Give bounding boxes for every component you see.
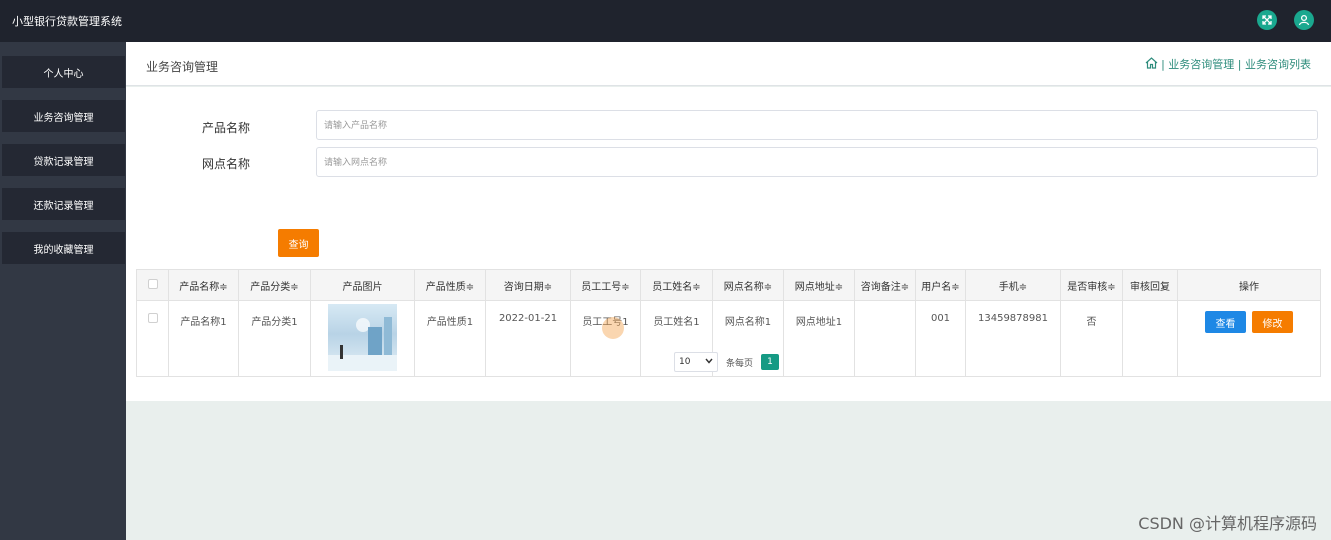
page-number-current[interactable]: 1 — [761, 354, 780, 370]
page-title: 业务咨询管理 — [146, 60, 219, 74]
user-icon[interactable] — [1294, 10, 1314, 30]
image-building — [368, 327, 382, 357]
column-header[interactable]: 产品性质≑ — [414, 269, 486, 301]
sidebar-item-favorites[interactable]: 我的收藏管理 — [2, 232, 125, 264]
exit-fullscreen-icon[interactable] — [1257, 10, 1277, 30]
per-page-label: 条每页 — [726, 358, 754, 369]
column-header[interactable]: 网点名称≑ — [712, 269, 784, 301]
cell-category: 产品分类1 — [238, 300, 311, 377]
row-select-cell[interactable] — [136, 300, 169, 377]
breadcrumb: | 业务咨询管理 | 业务咨询列表 — [1145, 56, 1311, 72]
home-icon[interactable] — [1145, 56, 1158, 72]
main-area: 业务咨询管理 | 业务咨询管理 | 业务咨询列表 产品名称 网点名称 查询 产 — [126, 42, 1331, 540]
topbar: 小型银行贷款管理系统 — [0, 0, 1331, 42]
sidebar: 个人中心 业务咨询管理 贷款记录管理 还款记录管理 我的收藏管理 — [0, 42, 126, 540]
sidebar-item-business-consultation[interactable]: 业务咨询管理 — [2, 100, 125, 132]
cell-phone: 13459878981 — [965, 300, 1061, 377]
column-header[interactable]: 用户名≑ — [915, 269, 966, 301]
column-header: 操作 — [1177, 269, 1321, 301]
column-header: 产品图片 — [310, 269, 415, 301]
cell-product-image — [310, 300, 415, 377]
sidebar-item-repayment-records[interactable]: 还款记录管理 — [2, 188, 125, 220]
column-header[interactable]: 手机≑ — [965, 269, 1061, 301]
column-header[interactable]: 咨询备注≑ — [854, 269, 916, 301]
branch-name-label: 网点名称 — [202, 157, 251, 171]
column-header[interactable]: 产品名称≑ — [168, 269, 239, 301]
cursor-highlight — [602, 317, 624, 339]
column-header[interactable]: 网点地址≑ — [783, 269, 855, 301]
pagination: 10 条每页 1 — [674, 352, 780, 372]
product-name-label: 产品名称 — [202, 121, 251, 135]
table-header-row: 产品名称≑ 产品分类≑ 产品图片 产品性质≑ 咨询日期≑ 员工工号≑ 员工姓名≑… — [136, 269, 1321, 301]
cell-username: 001 — [915, 300, 966, 377]
branch-name-input[interactable] — [316, 147, 1318, 177]
cell-staff-id: 员工工号1 — [570, 300, 641, 377]
product-image[interactable] — [328, 304, 397, 371]
cell-reviewed: 否 — [1060, 300, 1123, 377]
image-building — [384, 317, 392, 357]
column-header[interactable]: 员工姓名≑ — [640, 269, 713, 301]
sidebar-item-personal-center[interactable]: 个人中心 — [2, 56, 125, 88]
select-all-checkbox[interactable] — [147, 278, 158, 289]
chevron-down-icon — [705, 357, 713, 367]
cell-branch-address: 网点地址1 — [783, 300, 855, 377]
row-checkbox[interactable] — [147, 313, 158, 323]
column-header[interactable]: 产品分类≑ — [238, 269, 311, 301]
column-header[interactable]: 员工工号≑ — [570, 269, 641, 301]
app-title: 小型银行贷款管理系统 — [12, 15, 122, 28]
cell-product-name: 产品名称1 — [168, 300, 239, 377]
header-bar: 业务咨询管理 | 业务咨询管理 | 业务咨询列表 — [126, 42, 1331, 86]
column-header[interactable]: 是否审核≑ — [1060, 269, 1123, 301]
sidebar-item-loan-records[interactable]: 贷款记录管理 — [2, 144, 125, 176]
cell-nature: 产品性质1 — [414, 300, 486, 377]
column-header[interactable]: 咨询日期≑ — [485, 269, 571, 301]
cell-remark — [854, 300, 916, 377]
image-person — [340, 345, 343, 359]
cell-reply — [1122, 300, 1178, 377]
image-floor — [328, 355, 397, 371]
edit-button[interactable]: 修改 — [1252, 311, 1293, 333]
watermark: CSDN @计算机程序源码 — [1138, 514, 1317, 533]
cell-date: 2022-01-21 — [485, 300, 571, 377]
column-header: 审核回复 — [1122, 269, 1178, 301]
select-all-cell[interactable] — [136, 269, 169, 301]
search-button[interactable]: 查询 — [278, 229, 319, 257]
page-size-select[interactable]: 10 — [674, 352, 718, 372]
view-button[interactable]: 查看 — [1205, 311, 1246, 333]
cell-actions: 查看 修改 — [1177, 300, 1321, 377]
breadcrumb-trail[interactable]: | 业务咨询管理 | 业务咨询列表 — [1161, 56, 1311, 72]
content-panel: 产品名称 网点名称 查询 产品名称≑ 产品分类≑ 产品图片 产品性质≑ 咨询日期… — [126, 87, 1331, 401]
product-name-input[interactable] — [316, 110, 1318, 140]
page-size-value: 10 — [679, 357, 691, 367]
